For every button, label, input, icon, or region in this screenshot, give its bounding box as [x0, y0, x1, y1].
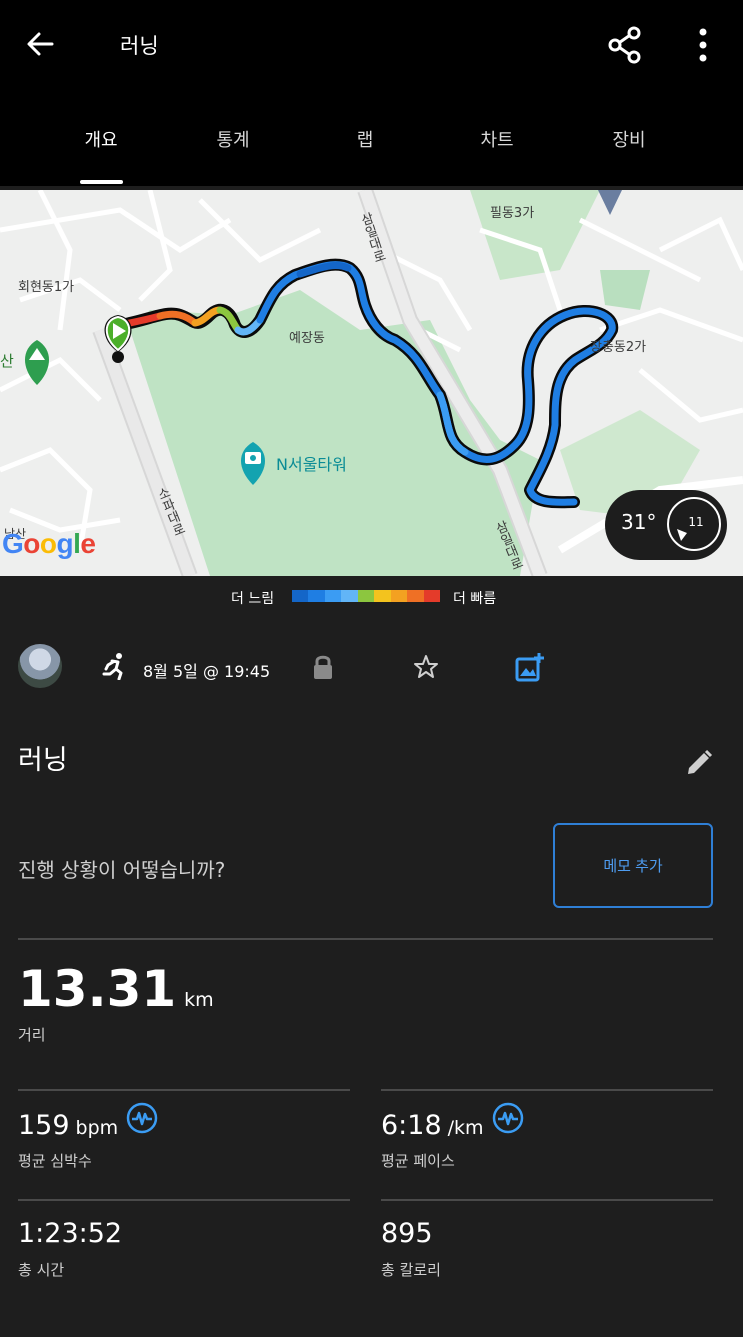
more-vert-icon [699, 28, 707, 62]
pace-color-segment [423, 590, 440, 602]
pace-value: 6:18 [381, 1110, 442, 1141]
distance-value: 13.31 [18, 960, 177, 1018]
pace-color-segment [308, 590, 325, 602]
heart-rate-stat: 159 bpm [18, 1110, 118, 1141]
tab-active-indicator [80, 180, 123, 184]
pace-color-segment [374, 590, 391, 602]
wind-speed-text: 11 [688, 515, 704, 529]
activity-title: 러닝 [18, 745, 68, 776]
route-map[interactable]: 회현동1가 필동3가 삼일대로 예장동 장충동2가 N서울타워 소파대로 삼일대… [0, 190, 743, 576]
weather-badge: 31° 11 [605, 490, 727, 560]
heart-rate-unit: bpm [75, 1117, 119, 1139]
tab-charts[interactable]: 차트 [432, 90, 562, 186]
tab-overview[interactable]: 개요 [36, 90, 166, 186]
map-label-jangchung: 장충동2가 [590, 340, 647, 355]
divider [18, 1089, 350, 1091]
arrow-left-icon [27, 32, 54, 56]
legend-fast-label: 더 빠름 [453, 591, 497, 607]
more-options-button[interactable] [685, 20, 721, 70]
calories-label: 총 칼로리 [381, 1261, 441, 1279]
heart-rate-value: 159 [18, 1110, 70, 1141]
pace-legend: 더 느림 더 빠름 [0, 586, 743, 608]
distance-stat: 13.31 km [18, 960, 214, 1018]
pace-color-segment [292, 590, 309, 602]
pace-color-segment [341, 590, 358, 602]
pace-color-segment [357, 590, 375, 602]
pace-color-segment [324, 590, 342, 602]
divider [381, 1089, 713, 1091]
star-icon[interactable] [413, 654, 439, 680]
pace-stat: 6:18/km [381, 1110, 484, 1141]
divider [18, 938, 713, 940]
tab-stats[interactable]: 통계 [168, 90, 298, 186]
tab-bar: 개요 통계 랩 차트 장비 [0, 90, 743, 186]
google-logo: Google [2, 528, 96, 559]
activity-date: 8월 5일 @ 19:45 [143, 662, 271, 681]
legend-slow-label: 더 느림 [231, 591, 275, 607]
map-label-yejang: 예장동 [289, 331, 325, 346]
map-label-tower: N서울타워 [276, 455, 347, 474]
add-memo-button[interactable]: 메모 추가 [553, 823, 713, 908]
temperature-text: 31° [621, 510, 657, 534]
back-button[interactable] [18, 22, 62, 66]
page-title: 러닝 [120, 34, 159, 58]
avatar[interactable] [18, 644, 62, 688]
time-value: 1:23:52 [18, 1218, 123, 1249]
progress-prompt: 진행 상황이 어떻습니까? [18, 858, 226, 882]
map-label-san: 산 [0, 352, 14, 370]
pace-color-bar [292, 590, 440, 602]
distance-unit: km [184, 989, 214, 1011]
pace-label: 평균 페이스 [381, 1152, 455, 1170]
map-label-pildong: 필동3가 [490, 206, 535, 221]
add-photo-icon[interactable] [515, 652, 545, 682]
calories-value: 895 [381, 1218, 433, 1249]
app-bar: 러닝 [0, 0, 743, 90]
share-button[interactable] [600, 20, 650, 70]
time-label: 총 시간 [18, 1261, 65, 1279]
wind-direction-icon: 11 [667, 497, 721, 551]
heart-rate-label: 평균 심박수 [18, 1152, 92, 1170]
tab-gear[interactable]: 장비 [564, 90, 694, 186]
lock-icon[interactable] [312, 654, 334, 680]
pace-unit: /km [447, 1117, 484, 1139]
share-icon [608, 26, 641, 64]
edit-pencil-icon[interactable] [684, 748, 714, 778]
distance-label: 거리 [18, 1026, 46, 1044]
running-icon [102, 653, 123, 680]
activity-meta-row: 8월 5일 @ 19:45 [0, 640, 743, 696]
pace-chart-icon[interactable] [492, 1102, 524, 1134]
tab-laps[interactable]: 랩 [300, 90, 430, 186]
heart-rate-chart-icon[interactable] [126, 1102, 158, 1134]
divider [381, 1199, 713, 1201]
map-label-hoehyeon: 회현동1가 [18, 280, 75, 295]
divider [18, 1199, 350, 1201]
pace-color-segment [390, 590, 408, 602]
pace-color-segment [407, 590, 424, 602]
